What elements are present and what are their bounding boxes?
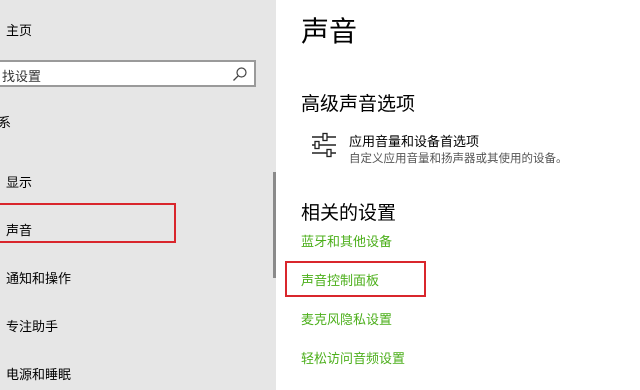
search-icon[interactable] [232, 66, 248, 82]
sidebar-item-display[interactable]: 显示 [6, 172, 32, 191]
advanced-section-heading: 高级声音选项 [301, 93, 416, 115]
selection-highlight-box [0, 203, 176, 243]
sidebar-group-label: 系 [0, 116, 12, 131]
ease-of-access-audio-link[interactable]: 轻松访问音频设置 [301, 348, 405, 367]
search-input[interactable]: 找设置 [2, 66, 41, 85]
search-box[interactable]: 找设置 [0, 60, 256, 87]
sidebar: 主页 找设置 系 显示 声音 通知和操作 专注助手 电源和睡眠 [0, 0, 276, 390]
app-volume-preferences-description: 自定义应用音量和扬声器或其使用的设备。 [349, 151, 568, 165]
link-highlight-box [285, 261, 426, 297]
sidebar-item-notifications[interactable]: 通知和操作 [6, 268, 71, 287]
app-volume-preferences-link[interactable]: 应用音量和设备首选项 [349, 131, 479, 150]
bluetooth-devices-link[interactable]: 蓝牙和其他设备 [301, 231, 392, 250]
page-title: 声音 [301, 15, 358, 48]
sidebar-item-power-sleep[interactable]: 电源和睡眠 [6, 364, 71, 383]
nav-home[interactable]: 主页 [6, 20, 32, 39]
main-content [276, 0, 640, 390]
related-settings-heading: 相关的设置 [301, 202, 397, 224]
microphone-privacy-link[interactable]: 麦克风隐私设置 [301, 309, 392, 328]
sliders-icon[interactable] [311, 132, 337, 158]
sidebar-item-focus-assist[interactable]: 专注助手 [6, 316, 58, 335]
